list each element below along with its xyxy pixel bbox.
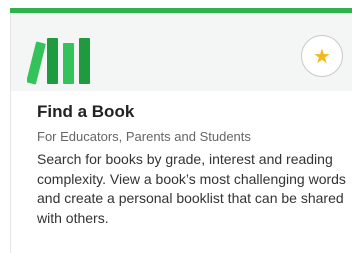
card-title[interactable]: Find a Book (37, 102, 134, 122)
card-subtitle: For Educators, Parents and Students (37, 129, 251, 144)
card-description: Search for books by grade, interest and … (37, 151, 346, 226)
books-icon (27, 38, 90, 85)
card-header: ★ (11, 13, 352, 91)
star-icon: ★ (313, 44, 331, 68)
favorite-button[interactable]: ★ (301, 35, 343, 77)
find-a-book-card[interactable]: ★ Find a Book For Educators, Parents and… (10, 8, 352, 253)
